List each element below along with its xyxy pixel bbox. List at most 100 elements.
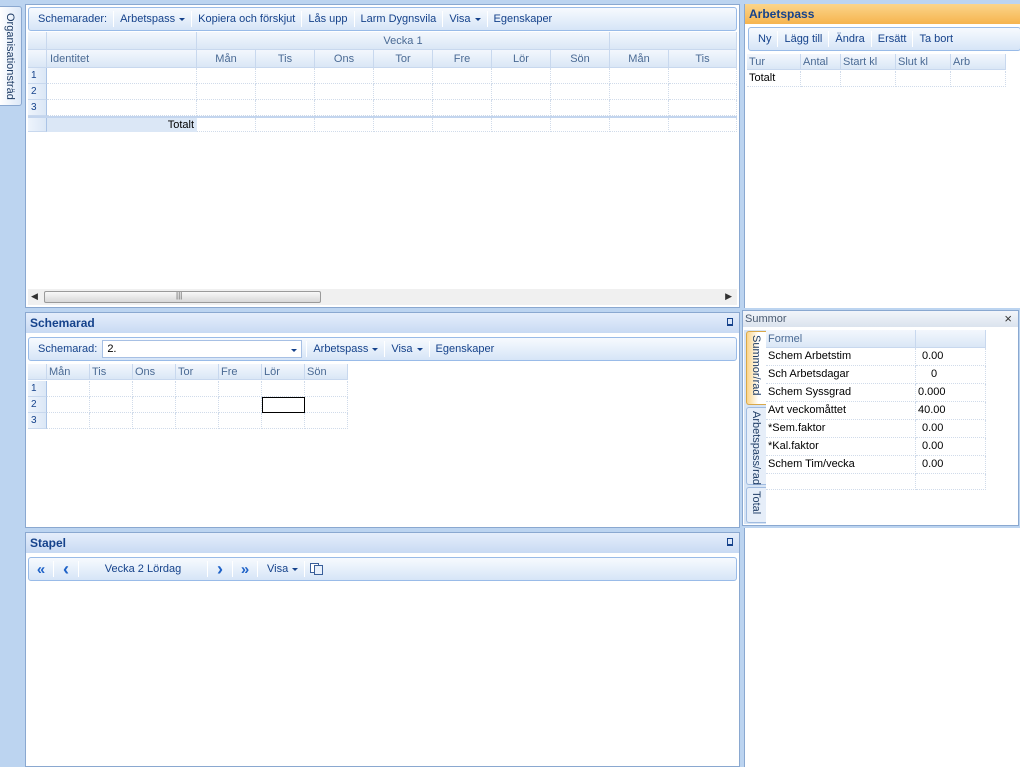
sum-value: 0.00: [916, 420, 986, 438]
grip-icon: |||: [176, 291, 183, 300]
identity-column-header[interactable]: Identitet: [47, 50, 197, 68]
table-row[interactable]: 3: [28, 413, 348, 429]
column-header[interactable]: Start kl: [841, 54, 896, 70]
previous-icon[interactable]: ‹: [58, 559, 74, 579]
table-row[interactable]: *Sem.faktor 0.00: [766, 420, 986, 438]
day-header[interactable]: Tis: [90, 364, 133, 380]
table-row[interactable]: 2: [28, 397, 348, 413]
schemarad-header-row: Mån Tis Ons Tor Fre Lör Sön: [28, 364, 348, 380]
schemarad-select[interactable]: 2.: [102, 340, 303, 358]
identity-cell[interactable]: [47, 100, 197, 116]
identity-cell[interactable]: [47, 68, 197, 84]
day-header[interactable]: Mån: [47, 364, 90, 380]
add-button[interactable]: Lägg till: [779, 33, 827, 45]
pin-icon[interactable]: [727, 318, 733, 326]
schemarad-label: Schemarad:: [38, 343, 98, 355]
day-header[interactable]: Lör: [262, 364, 305, 380]
arbetspass-total-row: Totalt: [747, 71, 1006, 87]
sum-label: Avt veckomåttet: [766, 402, 916, 420]
column-header[interactable]: Arb: [951, 54, 1006, 70]
tab-summor-rad[interactable]: Summor/rad: [746, 331, 766, 405]
sum-label: Schem Tim/vecka: [766, 456, 916, 474]
table-row[interactable]: 2: [28, 84, 737, 100]
table-row[interactable]: Schem Tim/vecka 0.00: [766, 456, 986, 474]
period-label: Vecka 2 Lördag: [104, 563, 182, 575]
day-header[interactable]: Lör: [492, 50, 551, 68]
table-row[interactable]: 1: [28, 68, 737, 84]
day-header[interactable]: Fre: [219, 364, 262, 380]
schemarad-toolbar: Schemarad: 2. Arbetspass Visa Egenskaper: [28, 337, 737, 361]
column-header[interactable]: Tur: [747, 54, 801, 70]
empty-row: [766, 474, 986, 490]
day-header[interactable]: Tor: [374, 50, 433, 68]
table-row[interactable]: Schem Syssgrad 0.000: [766, 384, 986, 402]
schema-rows-body: 1 2 3 Totalt: [28, 68, 737, 132]
scroll-right-icon[interactable]: ▶: [725, 291, 732, 302]
sum-label: Sch Arbetsdagar: [766, 366, 916, 384]
table-row[interactable]: Sch Arbetsdagar 0: [766, 366, 986, 384]
next-icon[interactable]: ›: [212, 559, 228, 579]
properties-button[interactable]: Egenskaper: [431, 343, 500, 355]
copy-icon[interactable]: [310, 563, 324, 575]
value-header[interactable]: [916, 330, 986, 348]
visa-menu[interactable]: Visa: [262, 563, 303, 575]
day-header[interactable]: Tis: [256, 50, 315, 68]
tab-total[interactable]: Total: [746, 487, 766, 523]
arbetspass-panel: Arbetspass Ny Lägg till Ändra Ersätt Ta …: [744, 4, 1020, 308]
arbetspass-title-bar: Arbetspass: [745, 4, 1020, 24]
sum-value: 0.00: [916, 348, 986, 366]
summor-title-bar: Summor ×: [743, 311, 1018, 327]
day-header[interactable]: Mån: [610, 50, 669, 68]
arbetspass-menu[interactable]: Arbetspass: [308, 343, 383, 355]
replace-button[interactable]: Ersätt: [873, 33, 912, 45]
horizontal-scrollbar[interactable]: ◀ ||| ▶: [28, 289, 737, 305]
alarm-rest-button[interactable]: Larm Dygnsvila: [356, 13, 442, 25]
edit-button[interactable]: Ändra: [830, 33, 869, 45]
row-number: 2: [28, 84, 47, 100]
sum-label: Schem Syssgrad: [766, 384, 916, 402]
stapel-panel: Stapel « ‹ Vecka 2 Lördag › » Visa: [25, 532, 740, 767]
table-row[interactable]: Schem Arbetstim 0.00: [766, 348, 986, 366]
summor-panel: Summor × Summor/rad Arbetspass/rad Total…: [742, 310, 1019, 526]
day-header[interactable]: Fre: [433, 50, 492, 68]
column-header[interactable]: Antal: [801, 54, 841, 70]
day-header[interactable]: Sön: [305, 364, 348, 380]
schema-rows-label: Schemarader:: [38, 13, 108, 25]
tab-arbetspass-rad[interactable]: Arbetspass/rad: [746, 407, 766, 485]
pin-icon[interactable]: [727, 538, 733, 546]
arbetspass-total-label: Totalt: [747, 71, 801, 87]
total-label: Totalt: [47, 118, 197, 132]
row-number: 3: [28, 100, 47, 116]
day-header[interactable]: Tor: [176, 364, 219, 380]
day-header[interactable]: Tis: [669, 50, 737, 68]
day-header[interactable]: Ons: [315, 50, 374, 68]
copy-shift-button[interactable]: Kopiera och förskjut: [193, 13, 300, 25]
day-header[interactable]: Mån: [197, 50, 256, 68]
selected-cell[interactable]: [262, 397, 305, 413]
visa-menu[interactable]: Visa: [444, 13, 485, 25]
arbetspass-menu[interactable]: Arbetspass: [115, 13, 190, 25]
identity-cell[interactable]: [47, 84, 197, 100]
new-button[interactable]: Ny: [753, 33, 776, 45]
close-icon[interactable]: ×: [1004, 311, 1012, 327]
properties-button[interactable]: Egenskaper: [489, 13, 558, 25]
table-row[interactable]: *Kal.faktor 0.00: [766, 438, 986, 456]
corner-cell-2: [28, 50, 47, 68]
delete-button[interactable]: Ta bort: [914, 33, 958, 45]
row-number: 1: [28, 381, 47, 397]
table-row[interactable]: 3: [28, 100, 737, 116]
scroll-left-icon[interactable]: ◀: [31, 291, 38, 302]
unlock-button[interactable]: Lås upp: [303, 13, 352, 25]
day-header[interactable]: Sön: [551, 50, 610, 68]
table-row[interactable]: Avt veckomåttet 40.00: [766, 402, 986, 420]
scroll-thumb[interactable]: |||: [44, 291, 321, 303]
day-header[interactable]: Ons: [133, 364, 176, 380]
column-header[interactable]: Slut kl: [896, 54, 951, 70]
last-icon[interactable]: »: [237, 561, 253, 578]
chevron-down-icon: [287, 343, 297, 355]
organisation-tree-tab[interactable]: Organisationsträd: [0, 6, 22, 106]
first-icon[interactable]: «: [33, 561, 49, 578]
table-row[interactable]: 1: [28, 381, 348, 397]
formel-header[interactable]: Formel: [766, 330, 916, 348]
visa-menu[interactable]: Visa: [386, 343, 427, 355]
